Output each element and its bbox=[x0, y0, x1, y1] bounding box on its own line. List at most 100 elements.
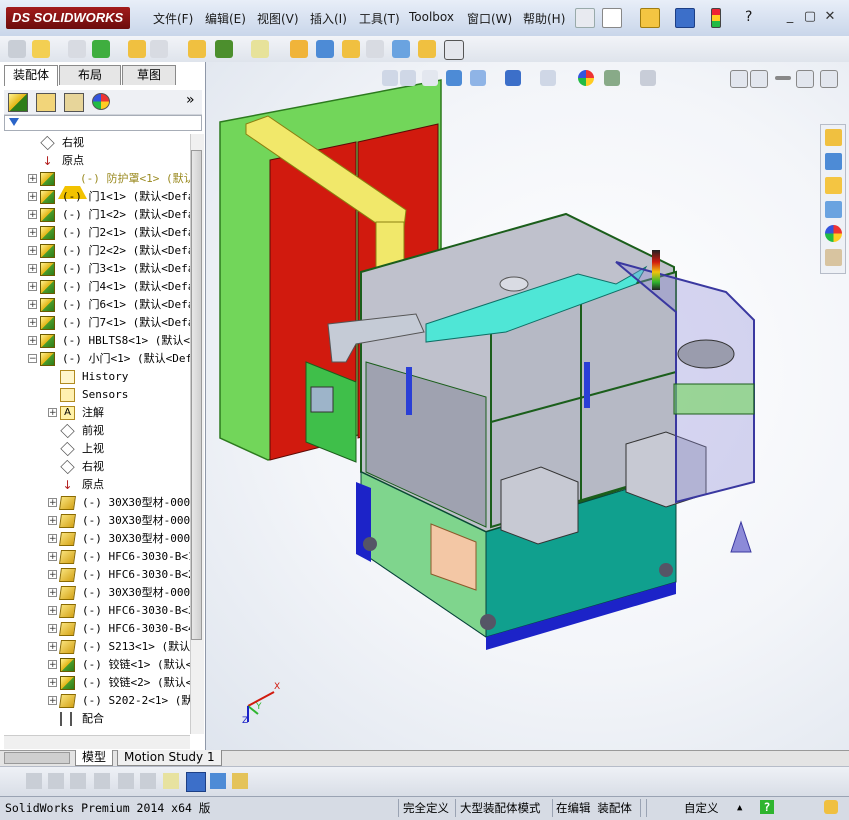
graphics-viewport[interactable]: X Y Z bbox=[206, 62, 849, 750]
tree-item[interactable]: + (-) S202-2<1> (默认 bbox=[0, 692, 190, 710]
tree-item[interactable]: + (-) HFC6-3030-B<3> bbox=[0, 602, 190, 620]
explode-line-sketch-icon[interactable] bbox=[366, 40, 384, 58]
clearance-verification-icon[interactable] bbox=[418, 40, 436, 58]
toolbar-icon[interactable] bbox=[70, 773, 86, 789]
tree-item[interactable]: + (-) 门2<1> (默认<Defa bbox=[0, 224, 190, 242]
expand-icon[interactable]: + bbox=[48, 624, 57, 634]
exploded-view-icon[interactable] bbox=[342, 40, 360, 58]
solidworks-logo[interactable]: DS SOLIDWORKS bbox=[6, 7, 130, 29]
menu-tools[interactable]: 工具(T) bbox=[359, 10, 400, 27]
display-style-icon[interactable] bbox=[505, 70, 521, 86]
tree-item[interactable]: + (-) 30X30型材-0004 bbox=[0, 494, 190, 512]
expand-icon[interactable]: + bbox=[28, 318, 37, 328]
assembly-model-render[interactable] bbox=[206, 62, 849, 750]
units-caret-icon[interactable]: ▲ bbox=[737, 800, 742, 816]
pin-icon[interactable] bbox=[575, 8, 595, 28]
tree-item[interactable]: + (-) 防护罩<1> (默认 bbox=[0, 170, 190, 199]
menu-help[interactable]: 帮助(H) bbox=[523, 10, 565, 27]
edit-appearance-icon[interactable] bbox=[578, 70, 594, 86]
expand-icon[interactable]: + bbox=[48, 408, 57, 418]
expand-icon[interactable]: + bbox=[48, 498, 57, 508]
tree-item[interactable]: 右视 bbox=[0, 134, 190, 152]
tree-item[interactable]: ↓ 原点 bbox=[0, 152, 190, 170]
collapse-icon[interactable]: − bbox=[28, 354, 37, 364]
solidworks-resources-icon[interactable] bbox=[825, 129, 842, 146]
interference-detection-icon[interactable] bbox=[392, 40, 410, 58]
tree-item[interactable]: − (-) 小门<1> (默认<Def bbox=[0, 350, 190, 368]
minimize-button[interactable]: _ bbox=[780, 9, 800, 24]
apply-scene-icon[interactable] bbox=[604, 70, 620, 86]
menu-edit[interactable]: 编辑(E) bbox=[205, 10, 246, 27]
tree-scroll-thumb[interactable] bbox=[191, 150, 202, 640]
tree-item[interactable]: + (-) HFC6-3030-B<4> bbox=[0, 620, 190, 638]
tree-item[interactable]: + (-) 铰链<2> (默认< bbox=[0, 674, 190, 692]
tree-item[interactable]: + (-) 门4<1> (默认<Defa bbox=[0, 278, 190, 296]
tab-model[interactable]: 模型 bbox=[75, 750, 114, 766]
expand-icon[interactable]: + bbox=[28, 264, 37, 274]
mate-icon[interactable] bbox=[32, 40, 50, 58]
tree-horizontal-scrollbar[interactable] bbox=[4, 735, 190, 749]
featuremanager-tree-icon[interactable] bbox=[8, 93, 28, 112]
expand-icon[interactable]: + bbox=[28, 174, 37, 184]
viewport-link-icon[interactable] bbox=[750, 70, 768, 88]
tree-item[interactable]: History bbox=[0, 368, 190, 386]
tree-item[interactable]: 右视 bbox=[0, 458, 190, 476]
tab-scroll-arrows[interactable] bbox=[4, 752, 70, 764]
viewport-close-icon[interactable] bbox=[820, 70, 838, 88]
open-folder-icon[interactable] bbox=[640, 8, 660, 28]
view-settings-icon[interactable] bbox=[640, 70, 656, 86]
tree-item[interactable]: + (-) 门2<2> (默认<Defa bbox=[0, 242, 190, 260]
tree-item[interactable]: Sensors bbox=[0, 386, 190, 404]
tree-item[interactable]: 上视 bbox=[0, 440, 190, 458]
assembly-features-icon[interactable] bbox=[215, 40, 233, 58]
expand-icon[interactable]: + bbox=[28, 300, 37, 310]
design-library-icon[interactable] bbox=[825, 153, 842, 170]
tree-item[interactable]: + (-) HFC6-3030-B<1> bbox=[0, 548, 190, 566]
bill-of-materials-icon[interactable] bbox=[316, 40, 334, 58]
expand-pane-icon[interactable]: » bbox=[186, 92, 195, 108]
tab-sketch[interactable]: 草图 bbox=[122, 65, 176, 85]
file-explorer-icon[interactable] bbox=[825, 177, 842, 194]
custom-properties-icon[interactable] bbox=[825, 249, 842, 266]
expand-icon[interactable]: + bbox=[48, 696, 57, 706]
expand-icon[interactable]: + bbox=[28, 336, 37, 346]
tree-item[interactable]: + A 注解 bbox=[0, 404, 190, 422]
toolbar-icon[interactable] bbox=[48, 773, 64, 789]
section-view-icon[interactable] bbox=[446, 70, 462, 86]
expand-icon[interactable]: + bbox=[28, 192, 37, 202]
instant3d-icon[interactable] bbox=[444, 40, 464, 60]
previous-view-icon[interactable] bbox=[422, 70, 438, 86]
tree-item[interactable]: 前视 bbox=[0, 422, 190, 440]
paperclip-icon[interactable] bbox=[68, 40, 86, 58]
tree-item[interactable]: + (-) 门1<1> (默认<Defa bbox=[0, 188, 190, 206]
expand-icon[interactable]: + bbox=[48, 570, 57, 580]
save-icon[interactable] bbox=[675, 8, 695, 28]
zoom-area-icon[interactable] bbox=[400, 70, 416, 86]
menu-view[interactable]: 视图(V) bbox=[257, 10, 299, 27]
hide-show-items-icon[interactable] bbox=[540, 70, 556, 86]
viewport-split-icon[interactable] bbox=[730, 70, 748, 88]
menu-file[interactable]: 文件(F) bbox=[153, 10, 193, 27]
tree-item[interactable]: + (-) 门3<1> (默认<Defa bbox=[0, 260, 190, 278]
expand-icon[interactable]: + bbox=[28, 210, 37, 220]
insert-component-icon[interactable] bbox=[8, 40, 26, 58]
expand-icon[interactable]: + bbox=[48, 552, 57, 562]
expand-icon[interactable]: + bbox=[28, 228, 37, 238]
tab-layout[interactable]: 布局 bbox=[59, 65, 121, 85]
new-motion-study-icon[interactable] bbox=[290, 40, 308, 58]
configurationmanager-icon[interactable] bbox=[64, 93, 84, 112]
close-button[interactable]: ✕ bbox=[820, 9, 840, 24]
tree-item[interactable]: + (-) 铰链<1> (默认< bbox=[0, 656, 190, 674]
appearances-icon[interactable] bbox=[825, 225, 842, 242]
tree-filter[interactable] bbox=[4, 115, 202, 131]
menu-window[interactable]: 窗口(W) bbox=[467, 10, 512, 27]
show-hidden-icon[interactable] bbox=[188, 40, 206, 58]
toolbar-icon[interactable] bbox=[94, 773, 110, 789]
linear-pattern-icon[interactable] bbox=[92, 40, 110, 58]
smart-fasteners-icon[interactable] bbox=[128, 40, 146, 58]
expand-icon[interactable]: + bbox=[48, 660, 57, 670]
move-component-icon[interactable] bbox=[150, 40, 168, 58]
units-selector[interactable]: 自定义 bbox=[684, 800, 719, 816]
tree-item[interactable]: + (-) HBLTS8<1> (默认<< bbox=[0, 332, 190, 350]
expand-icon[interactable]: + bbox=[28, 282, 37, 292]
